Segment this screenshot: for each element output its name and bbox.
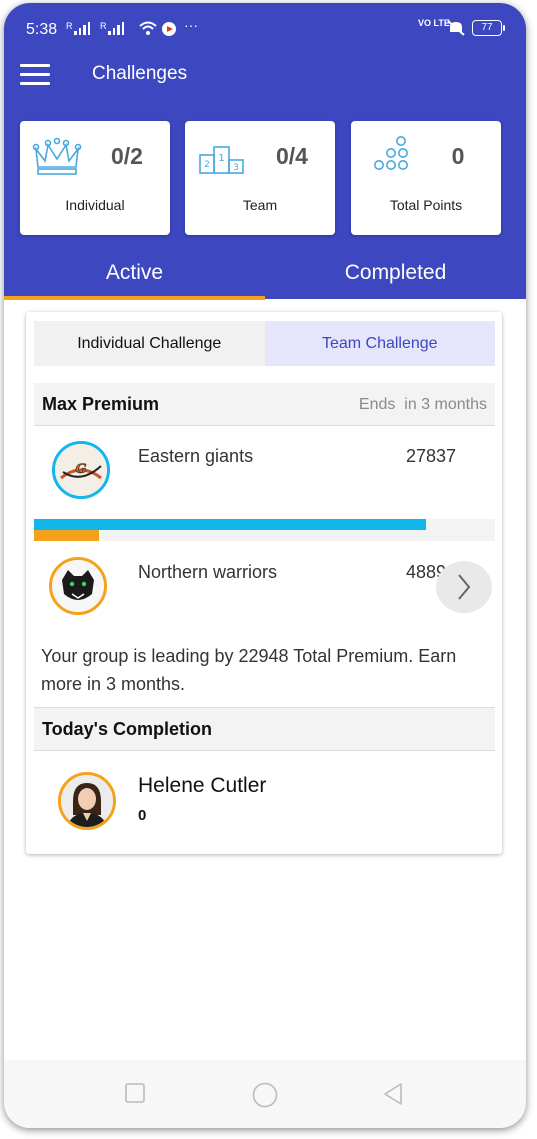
svg-text:1: 1 bbox=[218, 153, 224, 164]
avatar bbox=[58, 772, 116, 830]
challenge-card: Individual Challenge Team Challenge Max … bbox=[26, 312, 502, 854]
stat-label: Total Points bbox=[389, 197, 463, 213]
stat-label: Individual bbox=[65, 197, 125, 213]
challenge-name: Max Premium bbox=[42, 394, 160, 414]
team-name: Northern warriors bbox=[138, 562, 278, 582]
completion-header: Today's Completion bbox=[34, 707, 495, 751]
stat-value: 0/2 bbox=[111, 143, 143, 169]
crown-icon bbox=[32, 137, 82, 175]
tab-completed[interactable]: Completed bbox=[265, 243, 526, 296]
challenge-type-toggle: Individual Challenge Team Challenge bbox=[34, 321, 495, 366]
back-icon[interactable] bbox=[382, 1082, 404, 1106]
signal-label-2: R bbox=[100, 21, 106, 31]
stat-value: 0 bbox=[451, 143, 465, 169]
team-progress bbox=[34, 519, 495, 541]
more-icon: ··· bbox=[184, 17, 198, 33]
podium-icon: 1 2 3 bbox=[199, 146, 244, 174]
battery-icon: 77 bbox=[472, 20, 505, 36]
tab-active[interactable]: Active bbox=[4, 243, 265, 296]
completion-title: Today's Completion bbox=[42, 719, 212, 739]
vibrate-mute-icon bbox=[447, 20, 465, 36]
signal-label-1: R bbox=[66, 21, 72, 31]
svg-text:G: G bbox=[75, 462, 86, 477]
home-icon[interactable] bbox=[252, 1082, 278, 1108]
phone-screen: 5:38 R R ··· VO LTE 77 Challenges 0/2 In… bbox=[4, 3, 526, 1128]
status-time: 5:38 bbox=[26, 21, 58, 38]
person-name: Helene Cutler bbox=[138, 774, 267, 797]
page-title: Challenges bbox=[92, 63, 188, 84]
person-score: 0 bbox=[138, 807, 147, 824]
challenge-ends: Ends in 3 months bbox=[359, 396, 487, 414]
team1-progress-bar bbox=[34, 519, 426, 530]
system-nav-bar bbox=[4, 1060, 526, 1128]
status-bar: 5:38 R R ··· VO LTE 77 bbox=[4, 3, 526, 51]
stat-card-team[interactable]: 1 2 3 0/4 Team bbox=[185, 121, 335, 235]
leading-message: Your group is leading by 22948 Total Pre… bbox=[41, 646, 457, 694]
team-name: Eastern giants bbox=[138, 446, 254, 466]
tab-indicator bbox=[4, 296, 265, 300]
segment-team-challenge[interactable]: Team Challenge bbox=[264, 321, 495, 366]
ends-label: Ends bbox=[358, 396, 396, 413]
signal-bars-2-icon bbox=[108, 21, 124, 35]
challenge-header: Max Premium Ends in 3 months bbox=[34, 383, 495, 426]
segment-individual-challenge[interactable]: Individual Challenge bbox=[34, 321, 265, 366]
panther-logo bbox=[49, 557, 107, 615]
stat-card-total-points[interactable]: 0 Total Points bbox=[351, 121, 501, 235]
ends-value: in 3 months bbox=[404, 396, 487, 413]
next-button[interactable] bbox=[436, 561, 492, 613]
youtube-icon bbox=[162, 22, 176, 36]
team-score: 27837 bbox=[406, 446, 457, 466]
svg-text:2: 2 bbox=[204, 160, 210, 170]
stat-label: Team bbox=[242, 197, 278, 213]
app-header: 5:38 R R ··· VO LTE 77 Challenges 0/2 In… bbox=[4, 3, 526, 300]
wifi-icon bbox=[139, 21, 157, 35]
recent-apps-icon[interactable] bbox=[124, 1082, 146, 1104]
team2-progress-bar bbox=[34, 530, 99, 541]
giants-logo: G bbox=[52, 441, 110, 499]
dots-pyramid-icon bbox=[374, 136, 408, 170]
signal-bars-1-icon bbox=[74, 21, 90, 35]
chevron-right-icon bbox=[458, 574, 471, 600]
hamburger-menu-icon[interactable] bbox=[20, 64, 50, 86]
stat-card-individual[interactable]: 0/2 Individual bbox=[20, 121, 170, 235]
svg-text:3: 3 bbox=[233, 163, 239, 173]
stat-value: 0/4 bbox=[276, 143, 308, 169]
